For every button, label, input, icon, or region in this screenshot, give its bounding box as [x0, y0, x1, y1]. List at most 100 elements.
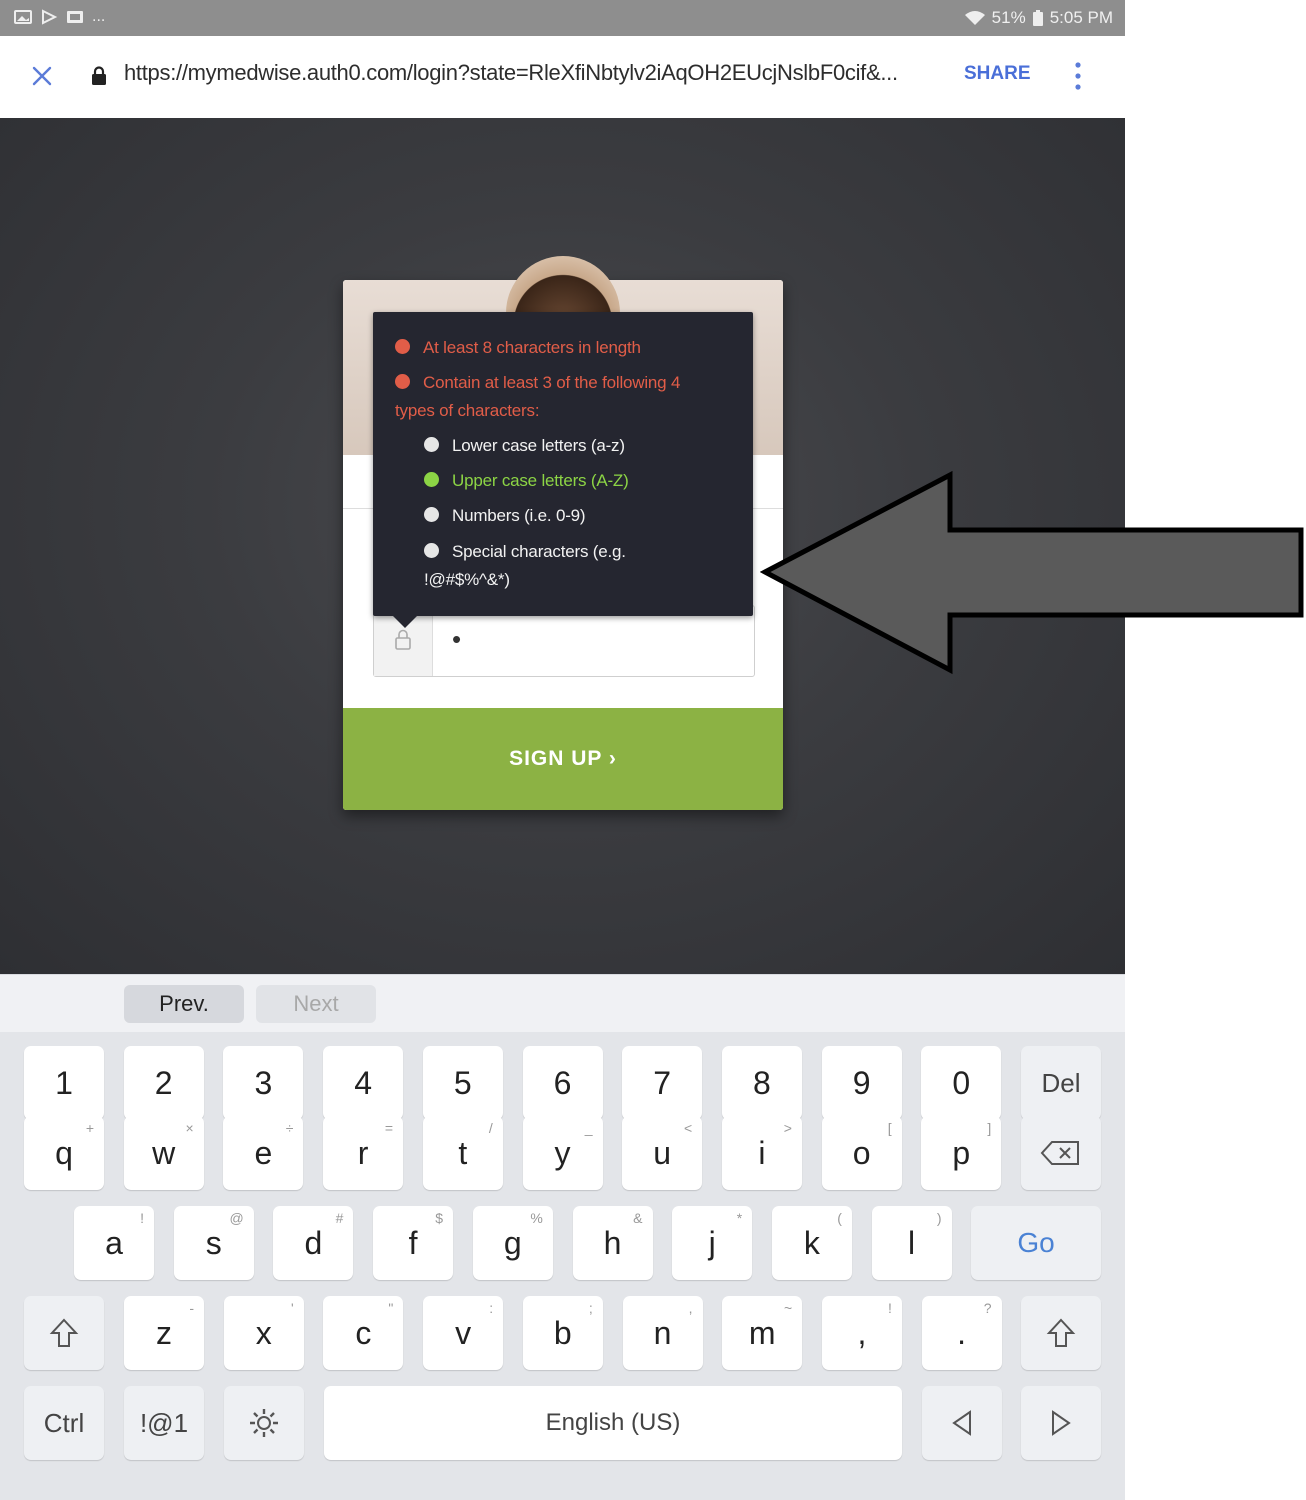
- key-9[interactable]: 9: [821, 1046, 902, 1120]
- key-cursor-left[interactable]: [922, 1386, 1002, 1460]
- key-5[interactable]: 5: [422, 1046, 503, 1120]
- key-hint: +: [85, 1120, 94, 1136]
- key-1[interactable]: 1: [24, 1046, 104, 1120]
- key-hint: >: [783, 1120, 792, 1136]
- shift-icon: [1046, 1318, 1076, 1347]
- rule-special-cont: !@#$%^&*): [424, 570, 510, 589]
- key-cursor-right[interactable]: [1021, 1386, 1101, 1460]
- key-del[interactable]: Del: [1021, 1046, 1101, 1120]
- key-7[interactable]: 7: [622, 1046, 703, 1120]
- key-z[interactable]: z-: [124, 1296, 204, 1370]
- clock: 5:05 PM: [1049, 8, 1113, 27]
- url-text[interactable]: https://mymedwise.auth0.com/login?state=…: [124, 60, 924, 86]
- key-q[interactable]: q +: [24, 1116, 104, 1190]
- key-go[interactable]: Go: [971, 1206, 1101, 1280]
- key-b[interactable]: b;: [522, 1296, 603, 1370]
- key-hint: %: [530, 1210, 543, 1226]
- key-period[interactable]: .?: [921, 1296, 1002, 1370]
- rule-types-cont: types of characters:: [395, 401, 540, 420]
- more-options-icon[interactable]: [1070, 60, 1086, 92]
- close-icon[interactable]: [28, 62, 56, 90]
- key-6[interactable]: 6: [522, 1046, 603, 1120]
- key-s[interactable]: s @: [173, 1206, 254, 1280]
- key-r[interactable]: r =: [323, 1116, 404, 1190]
- key-hint: _: [584, 1120, 593, 1136]
- lock-icon: [92, 66, 106, 85]
- next-button[interactable]: Next: [256, 985, 376, 1023]
- share-button[interactable]: SHARE: [964, 63, 1031, 85]
- status-dot-icon: [395, 339, 410, 355]
- key-a[interactable]: a!: [74, 1206, 154, 1280]
- key-hint: ×: [185, 1120, 194, 1136]
- key-label: h: [603, 1224, 622, 1261]
- key-w[interactable]: w ×: [123, 1116, 204, 1190]
- key-label: t: [458, 1134, 468, 1171]
- sign-up-button[interactable]: SIGN UP ›: [343, 708, 783, 810]
- key-j[interactable]: j *: [672, 1206, 753, 1280]
- key-label: n: [653, 1314, 672, 1351]
- browser-toolbar: https://mymedwise.auth0.com/login?state=…: [0, 36, 1125, 119]
- key-hint: ~: [784, 1300, 793, 1316]
- key-x[interactable]: x ': [223, 1296, 304, 1370]
- key-8[interactable]: 8: [721, 1046, 802, 1120]
- key-label: ,: [857, 1314, 867, 1351]
- key-backspace[interactable]: [1021, 1116, 1101, 1190]
- key-y[interactable]: y _: [522, 1116, 603, 1190]
- key-settings[interactable]: [224, 1386, 304, 1460]
- key-hint: &: [633, 1210, 643, 1226]
- key-label: .: [957, 1314, 967, 1351]
- key-f[interactable]: f $: [373, 1206, 454, 1280]
- battery-percent: 51%: [991, 8, 1026, 27]
- key-c[interactable]: c ": [323, 1296, 404, 1370]
- key-p[interactable]: p]: [921, 1116, 1002, 1190]
- key-space[interactable]: English (US): [324, 1386, 902, 1460]
- rule-lower: Lower case letters (a-z): [424, 432, 625, 460]
- key-hint: ?: [983, 1300, 992, 1316]
- key-shift-right[interactable]: [1021, 1296, 1101, 1370]
- key-hint: :: [489, 1300, 494, 1316]
- key-n[interactable]: n,: [622, 1296, 703, 1370]
- rule-length: At least 8 characters in length: [395, 334, 641, 362]
- key-0[interactable]: 0: [921, 1046, 1002, 1120]
- key-e[interactable]: e ÷: [223, 1116, 304, 1190]
- key-2[interactable]: 2: [123, 1046, 204, 1120]
- key-label: e: [254, 1134, 273, 1171]
- notification-icons: ...: [14, 8, 105, 26]
- prev-button[interactable]: Prev.: [124, 985, 244, 1023]
- key-symbols[interactable]: !@1: [124, 1386, 204, 1460]
- key-k[interactable]: k(: [771, 1206, 852, 1280]
- key-hint: ÷: [285, 1120, 294, 1136]
- key-m[interactable]: m ~: [722, 1296, 803, 1370]
- key-hint: ,: [688, 1300, 693, 1316]
- key-3[interactable]: 3: [223, 1046, 304, 1120]
- key-o[interactable]: o[: [821, 1116, 902, 1190]
- key-i[interactable]: i >: [721, 1116, 802, 1190]
- key-comma[interactable]: ,!: [821, 1296, 902, 1370]
- key-ctrl[interactable]: Ctrl: [24, 1386, 104, 1460]
- key-label: l: [908, 1224, 916, 1261]
- rule-types: Contain at least 3 of the following 4: [395, 369, 680, 397]
- key-label: c: [355, 1314, 372, 1351]
- key-u[interactable]: u <: [622, 1116, 703, 1190]
- arrow-left-icon: [952, 1410, 971, 1436]
- key-l[interactable]: l): [871, 1206, 952, 1280]
- key-hint: !: [888, 1300, 892, 1316]
- key-hint: -: [189, 1300, 194, 1316]
- key-g[interactable]: g%: [472, 1206, 553, 1280]
- tooltip-tail: [393, 616, 417, 628]
- status-dot-icon: [424, 507, 439, 523]
- key-shift-left[interactable]: [24, 1296, 104, 1370]
- key-hint: [: [887, 1120, 892, 1136]
- key-v[interactable]: v:: [423, 1296, 504, 1370]
- key-hint: ;: [588, 1300, 593, 1316]
- image-icon: [14, 10, 32, 24]
- key-4[interactable]: 4: [323, 1046, 404, 1120]
- key-d[interactable]: d #: [273, 1206, 354, 1280]
- key-hint: #: [335, 1210, 344, 1226]
- password-policy-tooltip: At least 8 characters in length Contain …: [373, 312, 753, 628]
- key-t[interactable]: t /: [422, 1116, 503, 1190]
- key-label: v: [455, 1314, 472, 1351]
- rule-upper: Upper case letters (A-Z): [424, 467, 629, 495]
- key-h[interactable]: h &: [572, 1206, 653, 1280]
- key-hint: /: [488, 1120, 493, 1136]
